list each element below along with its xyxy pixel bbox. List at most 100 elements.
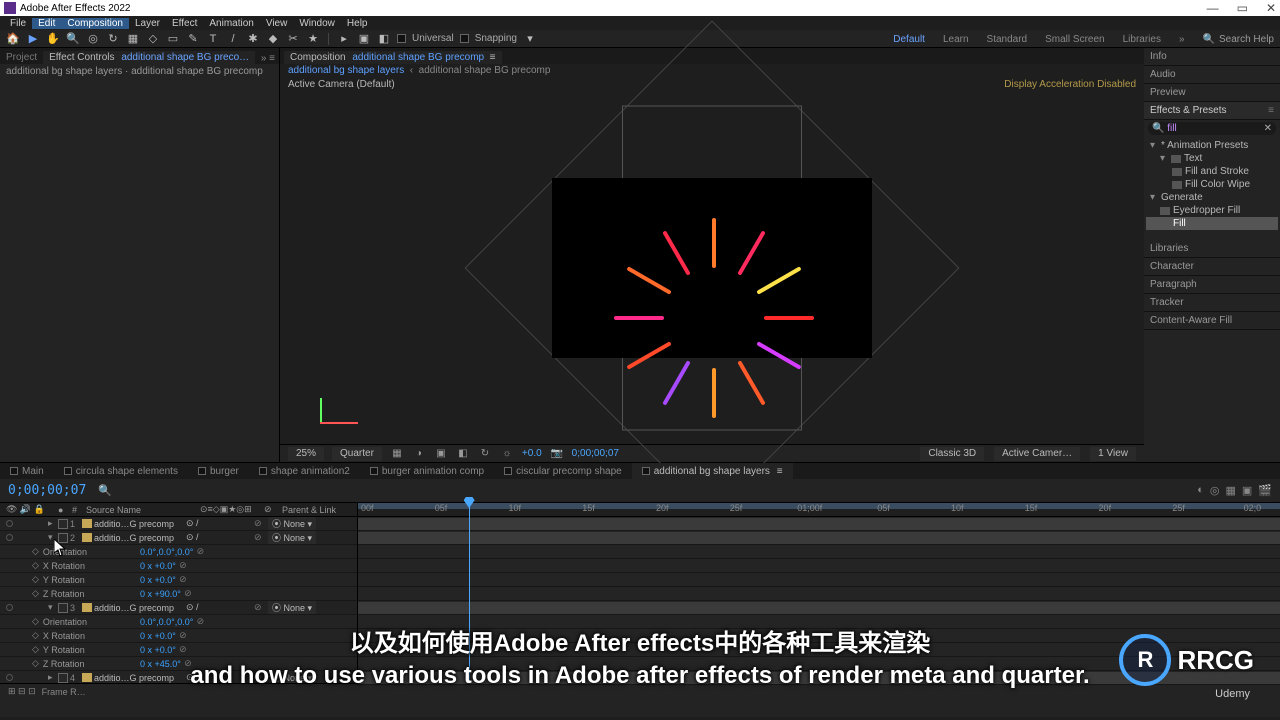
composition-viewer[interactable]: [280, 92, 1144, 444]
menu-effect[interactable]: Effect: [166, 18, 203, 29]
camera-tool-icon[interactable]: ▦: [126, 32, 140, 46]
menu-edit[interactable]: Edit: [32, 18, 61, 29]
layer-row-1[interactable]: ▸ 1 additio…G precomp ⊙ / ⊘ ⦿ None ▾: [0, 517, 357, 531]
transparency-grid-icon[interactable]: ▦: [390, 448, 404, 459]
reset-icon[interactable]: ↻: [478, 448, 492, 459]
workspace-libraries[interactable]: Libraries: [1123, 34, 1161, 45]
exposure-value[interactable]: +0.0: [522, 448, 542, 459]
roto-tool-icon[interactable]: ✂: [286, 32, 300, 46]
graph-icon[interactable]: ▦: [1225, 484, 1235, 497]
ep-node-fill[interactable]: Fill: [1146, 217, 1278, 230]
prop-orientation-2[interactable]: ◇Orientation0.0°,0.0°,0.0°⊘: [0, 545, 357, 559]
exposure-icon[interactable]: ☼: [500, 448, 514, 459]
content-aware-panel-header[interactable]: Content-Aware Fill: [1144, 312, 1280, 330]
layer-row-3[interactable]: ▾ 3 additio…G precomp ⊙ / ⊘ ⦿ None ▾: [0, 601, 357, 615]
workspace-learn[interactable]: Learn: [943, 34, 969, 45]
renderer-dropdown[interactable]: Classic 3D: [920, 447, 984, 461]
menu-window[interactable]: Window: [293, 18, 341, 29]
menu-animation[interactable]: Animation: [203, 18, 259, 29]
menu-layer[interactable]: Layer: [129, 18, 166, 29]
prop-zrot-2[interactable]: ◇Z Rotation0 x +90.0°⊘: [0, 587, 357, 601]
blur-icon[interactable]: ◎: [1210, 484, 1220, 497]
workspace-overflow-icon[interactable]: »: [1179, 34, 1185, 45]
universal-check[interactable]: [397, 34, 406, 43]
composition-tab[interactable]: Composition additional shape BG precomp …: [284, 51, 502, 64]
layer-row-2[interactable]: ▾ 2 additio…G precomp ⊙ / ⊘ ⦿ None ▾: [0, 531, 357, 545]
resolution-dropdown[interactable]: Quarter: [332, 447, 382, 461]
timeline-tab-burger[interactable]: burger: [188, 463, 249, 479]
effect-controls-tab[interactable]: Effect Controls additional shape BG prec…: [43, 51, 255, 64]
search-placeholder[interactable]: Search Help: [1219, 34, 1274, 45]
cube3d-icon[interactable]: ◧: [377, 32, 391, 46]
brush-tool-icon[interactable]: /: [226, 32, 240, 46]
channels-icon[interactable]: ◧: [456, 448, 470, 459]
workspace-standard[interactable]: Standard: [987, 34, 1028, 45]
ep-node-eyedropper[interactable]: Eyedropper Fill: [1146, 204, 1278, 217]
composition-link[interactable]: additional shape BG precomp: [352, 52, 484, 63]
menu-composition[interactable]: Composition: [61, 18, 129, 29]
timeline-tab-shapeanim[interactable]: shape animation2: [249, 463, 360, 479]
main-menu[interactable]: File Edit Composition Layer Effect Anima…: [0, 16, 1280, 30]
zoom-dropdown[interactable]: 25%: [288, 447, 324, 461]
prop-yrot-2[interactable]: ◇Y Rotation0 x +0.0°⊘: [0, 573, 357, 587]
shy-icon[interactable]: ◐: [1197, 484, 1204, 497]
timeline-tab-main[interactable]: Main: [0, 463, 54, 479]
libraries-panel-header[interactable]: Libraries: [1144, 240, 1280, 258]
timeline-tab-ciscular[interactable]: ciscular precomp shape: [494, 463, 632, 479]
menu-file[interactable]: File: [4, 18, 32, 29]
timeline-ruler[interactable]: 00f 05f 10f 15f 20f 25f 01;00f 05f 10f 1…: [358, 503, 1280, 517]
character-panel-header[interactable]: Character: [1144, 258, 1280, 276]
effect-controls-link[interactable]: additional shape BG preco…: [121, 52, 249, 63]
project-tab[interactable]: Project: [0, 51, 43, 64]
anchor-tool-icon[interactable]: ◇: [146, 32, 160, 46]
ep-node-fill-color-wipe[interactable]: Fill Color Wipe: [1146, 178, 1278, 191]
timeline-search-icon[interactable]: 🔍: [98, 484, 112, 497]
panel-menu-icon[interactable]: ≡: [1268, 105, 1274, 116]
ep-node-fill-and-stroke[interactable]: Fill and Stroke: [1146, 165, 1278, 178]
ep-node-animation-presets[interactable]: ▾* Animation Presets: [1146, 139, 1278, 152]
rect-tool-icon[interactable]: ▭: [166, 32, 180, 46]
prop-xrot-2[interactable]: ◇X Rotation0 x +0.0°⊘: [0, 559, 357, 573]
ep-node-generate[interactable]: ▾Generate: [1146, 191, 1278, 204]
cube-icon[interactable]: ▣: [357, 32, 371, 46]
puppet-tool-icon[interactable]: ★: [306, 32, 320, 46]
preview-panel-header[interactable]: Preview: [1144, 84, 1280, 102]
rotate-tool-icon[interactable]: ↻: [106, 32, 120, 46]
render-icon[interactable]: 🎬: [1258, 484, 1272, 497]
effects-presets-search[interactable]: 🔍 fill ✕: [1148, 122, 1276, 135]
ep-node-text[interactable]: ▾Text: [1146, 152, 1278, 165]
close-button[interactable]: ✕: [1266, 1, 1276, 15]
effects-presets-header[interactable]: Effects & Presets ≡: [1144, 102, 1280, 120]
snapshot-icon[interactable]: 📷: [550, 448, 564, 459]
breadcrumb-1[interactable]: additional bg shape layers: [288, 65, 404, 76]
selection-tool-icon[interactable]: ▶: [26, 32, 40, 46]
hand-tool-icon[interactable]: ✋: [46, 32, 60, 46]
timeline-tab-burgercomp[interactable]: burger animation comp: [360, 463, 494, 479]
play-control-icon[interactable]: ▸: [337, 32, 351, 46]
timeline-timecode[interactable]: 0;00;00;07: [8, 483, 86, 498]
snapping-check[interactable]: [460, 34, 469, 43]
panel-overflow-icon[interactable]: » ≡: [257, 53, 279, 64]
orbit-tool-icon[interactable]: ◎: [86, 32, 100, 46]
clone-tool-icon[interactable]: ✱: [246, 32, 260, 46]
tracker-panel-header[interactable]: Tracker: [1144, 294, 1280, 312]
minimize-button[interactable]: —: [1207, 1, 1219, 15]
region-icon[interactable]: ▣: [434, 448, 448, 459]
home-icon[interactable]: 🏠: [6, 32, 20, 46]
info-panel-header[interactable]: Info: [1144, 48, 1280, 66]
timeline-tab-additional[interactable]: additional bg shape layers ≡: [632, 463, 793, 479]
audio-panel-header[interactable]: Audio: [1144, 66, 1280, 84]
workspace-default[interactable]: Default: [893, 34, 925, 45]
camera-dropdown[interactable]: Active Camer…: [994, 447, 1080, 461]
draft3d-icon[interactable]: ▣: [1242, 484, 1252, 497]
menu-help[interactable]: Help: [341, 18, 374, 29]
mask-icon[interactable]: ◑: [412, 448, 426, 459]
menu-view[interactable]: View: [260, 18, 294, 29]
zoom-tool-icon[interactable]: 🔍: [66, 32, 80, 46]
maximize-button[interactable]: ▭: [1237, 1, 1248, 15]
clear-search-icon[interactable]: ✕: [1264, 123, 1272, 134]
snap-opts-icon[interactable]: ▾: [523, 32, 537, 46]
views-dropdown[interactable]: 1 View: [1090, 447, 1136, 461]
paragraph-panel-header[interactable]: Paragraph: [1144, 276, 1280, 294]
timeline-tab-circula[interactable]: circula shape elements: [54, 463, 188, 479]
